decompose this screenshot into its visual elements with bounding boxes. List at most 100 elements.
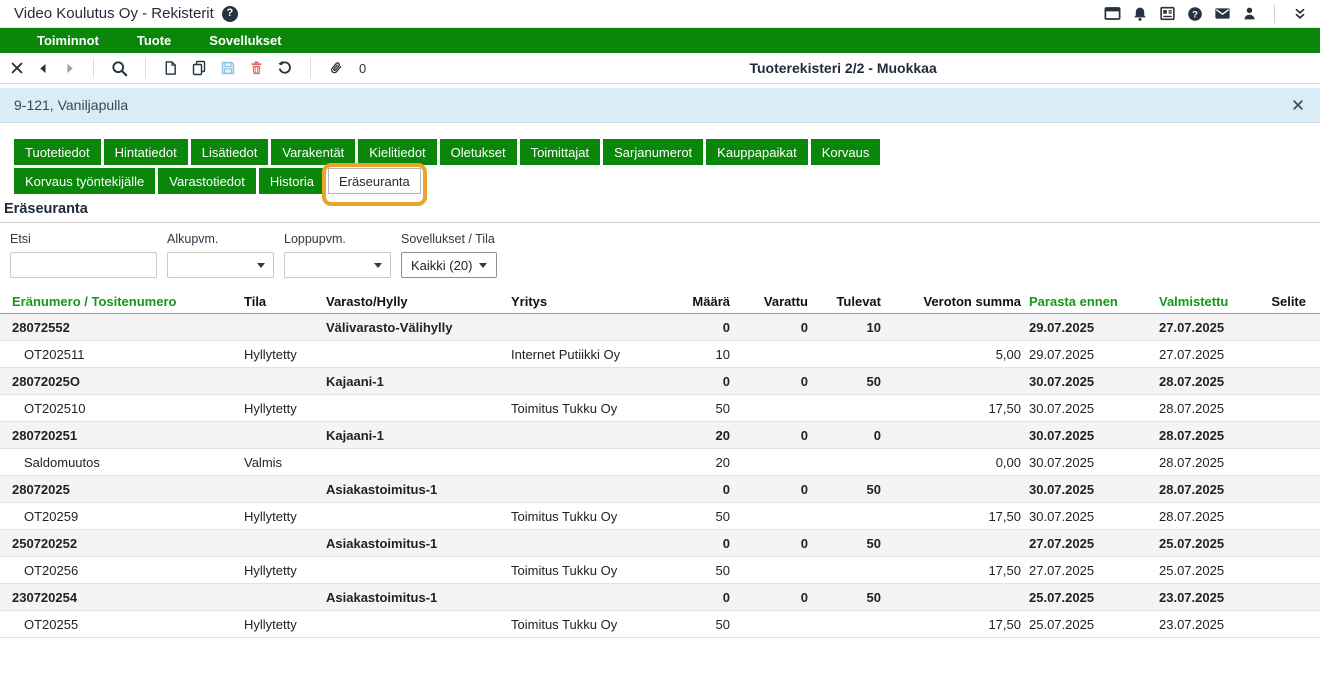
column-header-valmistettu[interactable]: Valmistettu [1155,290,1267,314]
undo-icon[interactable] [277,60,293,76]
tab-toimittajat[interactable]: Toimittajat [520,139,601,165]
tab-kauppapaikat[interactable]: Kauppapaikat [706,139,808,165]
copy-icon[interactable] [191,60,207,76]
help-icon[interactable]: ? [1187,6,1203,22]
table-row-group[interactable]: 28072552Välivarasto-Välihylly001029.07.2… [0,314,1320,341]
end-date-picker[interactable] [284,252,391,278]
table-cell: Toimitus Tukku Oy [507,611,659,638]
tab-historia[interactable]: Historia [259,168,325,194]
column-header-yritys[interactable]: Yritys [507,290,659,314]
table-cell: 0,00 [885,449,1025,476]
column-header-varattu[interactable]: Varattu [734,290,812,314]
user-icon[interactable] [1242,6,1257,21]
table-cell [885,368,1025,395]
tabs-row-2: Korvaus työntekijälleVarastotiedotHistor… [14,168,1320,194]
batch-table: Eränumero / TositenumeroTilaVarasto/Hyll… [0,290,1320,638]
column-header-eränumero-tositenumero[interactable]: Eränumero / Tositenumero [0,290,240,314]
table-cell: 0 [734,584,812,611]
table-cell: 30.07.2025 [1025,449,1155,476]
save-icon[interactable] [220,60,236,76]
table-cell: 25.07.2025 [1155,530,1267,557]
new-document-icon[interactable] [163,60,178,76]
table-row-child[interactable]: OT202511HyllytettyInternet Putiikki Oy10… [0,341,1320,368]
tab-kielitiedot[interactable]: Kielitiedot [358,139,436,165]
table-cell [734,395,812,422]
column-header-parasta-ennen[interactable]: Parasta ennen [1025,290,1155,314]
tab-varakent-t[interactable]: Varakentät [271,139,355,165]
tab-hintatiedot[interactable]: Hintatiedot [104,139,188,165]
tab-oletukset[interactable]: Oletukset [440,139,517,165]
start-date-picker[interactable] [167,252,274,278]
collapse-icon[interactable] [1292,6,1308,22]
column-header-veroton-summa[interactable]: Veroton summa [885,290,1025,314]
titlebar: Video Koulutus Oy - Rekisterit ? ? [0,0,1320,28]
table-cell: 25.07.2025 [1025,611,1155,638]
table-cell: Toimitus Tukku Oy [507,557,659,584]
table-cell: 30.07.2025 [1025,476,1155,503]
table-cell: Välivarasto-Välihylly [322,314,507,341]
column-header-tila[interactable]: Tila [240,290,322,314]
table-cell: 0 [659,530,734,557]
menu-item-sovellukset[interactable]: Sovellukset [190,33,300,48]
table-row-group[interactable]: 250720252Asiakastoimitus-1005027.07.2025… [0,530,1320,557]
table-row-group[interactable]: 28072025Asiakastoimitus-1005030.07.20252… [0,476,1320,503]
table-row-group[interactable]: 230720254Asiakastoimitus-1005025.07.2025… [0,584,1320,611]
tab-varastotiedot[interactable]: Varastotiedot [158,168,256,194]
divider [145,58,146,78]
table-cell: 50 [812,476,885,503]
table-cell: Asiakastoimitus-1 [322,530,507,557]
window-icon[interactable] [1104,5,1121,22]
table-row-child[interactable]: OT20259HyllytettyToimitus Tukku Oy5017,5… [0,503,1320,530]
column-header-selite[interactable]: Selite [1267,290,1320,314]
tab-korvaus[interactable]: Korvaus [811,139,881,165]
search-input[interactable] [10,252,157,278]
table-row-child[interactable]: OT20255HyllytettyToimitus Tukku Oy5017,5… [0,611,1320,638]
tab-tuotetiedot[interactable]: Tuotetiedot [14,139,101,165]
table-cell: 0 [734,530,812,557]
table-cell: Asiakastoimitus-1 [322,476,507,503]
table-row-group[interactable]: 28072025OKajaani-1005030.07.202528.07.20… [0,368,1320,395]
table-cell [1267,449,1320,476]
table-cell: 50 [812,530,885,557]
infobar-close-icon[interactable] [1292,99,1304,111]
apps-status-dropdown[interactable]: Kaikki (20) [401,252,497,278]
notifications-icon[interactable] [1132,6,1148,22]
table-cell: 50 [659,557,734,584]
table-cell: 0 [734,476,812,503]
tab-er-seuranta[interactable]: Eräseuranta [328,168,421,194]
table-cell: 50 [812,584,885,611]
column-header-määrä[interactable]: Määrä [659,290,734,314]
table-row-child[interactable]: OT202510HyllytettyToimitus Tukku Oy5017,… [0,395,1320,422]
tab-lis-tiedot[interactable]: Lisätiedot [191,139,269,165]
search-icon[interactable] [111,60,128,77]
table-row-child[interactable]: OT20256HyllytettyToimitus Tukku Oy5017,5… [0,557,1320,584]
table-cell: 25.07.2025 [1155,557,1267,584]
tab-korvaus-ty-ntekij-lle[interactable]: Korvaus työntekijälle [14,168,155,194]
table-cell: 0 [659,368,734,395]
column-header-tulevat[interactable]: Tulevat [812,290,885,314]
close-icon[interactable] [10,61,24,75]
column-header-varasto-hylly[interactable]: Varasto/Hylly [322,290,507,314]
next-icon[interactable] [63,62,76,75]
menu-item-toiminnot[interactable]: Toiminnot [18,33,118,48]
help-badge-icon[interactable]: ? [222,6,238,22]
table-cell [507,449,659,476]
toolbar-icons: 0 [10,58,366,78]
table-cell: 30.07.2025 [1025,503,1155,530]
menu-item-tuote[interactable]: Tuote [118,33,190,48]
table-cell: OT202511 [0,341,240,368]
tab-sarjanumerot[interactable]: Sarjanumerot [603,139,703,165]
table-row-child[interactable]: SaldomuutosValmis200,0030.07.202528.07.2… [0,449,1320,476]
table-cell [734,611,812,638]
delete-icon[interactable] [249,60,264,76]
table-cell: 28072025O [0,368,240,395]
news-icon[interactable] [1159,5,1176,22]
table-cell [1267,395,1320,422]
attachment-icon[interactable] [328,60,344,76]
previous-icon[interactable] [37,62,50,75]
table-cell [812,503,885,530]
table-cell: 0 [659,476,734,503]
table-row-group[interactable]: 280720251Kajaani-1200030.07.202528.07.20… [0,422,1320,449]
table-cell: Hyllytetty [240,611,322,638]
mail-icon[interactable] [1214,5,1231,22]
